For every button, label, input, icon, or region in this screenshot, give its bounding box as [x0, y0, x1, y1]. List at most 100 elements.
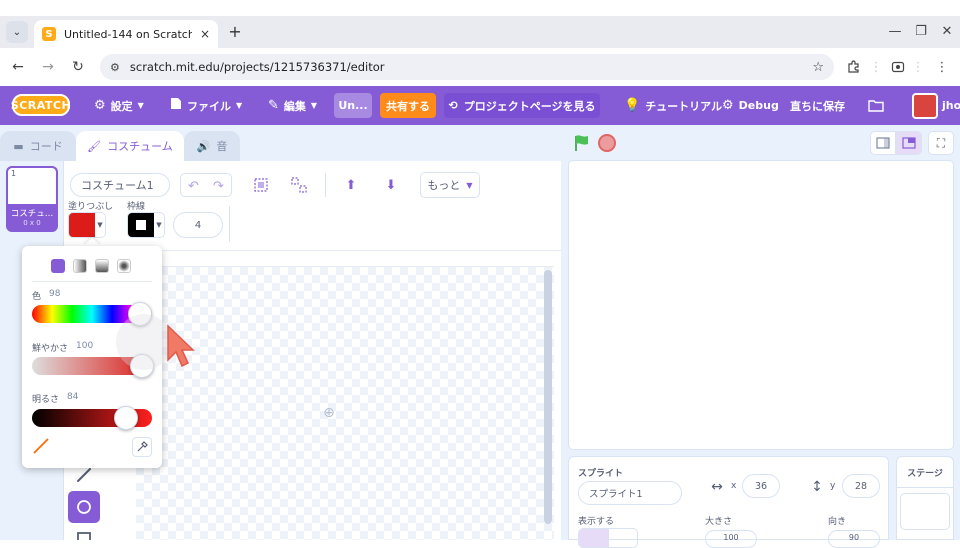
saturation-value: 100	[76, 341, 94, 351]
tab-costumes[interactable]: 🖌 コスチューム	[76, 131, 184, 161]
extensions-puzzle-icon[interactable]	[844, 57, 864, 77]
fullscreen-icon[interactable]: ⛶	[928, 131, 954, 155]
fill-label: 塗りつぶし	[68, 202, 114, 212]
circle-tool[interactable]	[68, 491, 100, 523]
file-menu[interactable]: ファイル ▼	[170, 86, 242, 125]
brightness-slider-label-row: 明るさ 84	[32, 392, 78, 405]
bookmark-star-icon[interactable]: ☆	[812, 60, 824, 75]
screenshot-icon[interactable]	[888, 57, 908, 77]
saturation-label: 鮮やかさ	[32, 344, 69, 354]
horizontal-gradient-icon[interactable]	[73, 259, 87, 273]
rectangle-tool[interactable]	[68, 526, 100, 540]
lightbulb-icon: 💡	[624, 98, 641, 113]
mouse-cursor-icon	[166, 324, 196, 368]
minimize-button[interactable]: —	[886, 22, 904, 40]
speaker-icon: 🔊	[196, 139, 211, 153]
brightness-slider-knob[interactable]	[114, 406, 138, 430]
green-flag-icon[interactable]	[572, 133, 592, 153]
tab-close-icon[interactable]: ×	[200, 27, 210, 41]
small-stage-button[interactable]	[870, 131, 896, 155]
stop-sign-icon[interactable]	[598, 134, 616, 152]
save-now-button[interactable]: 直ちに保存	[790, 86, 845, 125]
no-color-icon[interactable]	[32, 437, 50, 455]
new-tab-button[interactable]: +	[226, 22, 244, 41]
fill-color-swatch	[69, 213, 95, 237]
fill-color-button[interactable]: ▼	[68, 212, 106, 238]
stroke-width-input[interactable]: 4	[173, 212, 223, 238]
solid-fill-icon[interactable]	[51, 259, 65, 273]
sprite-label: スプライト	[578, 469, 624, 479]
settings-menu[interactable]: ⚙ 設定 ▼	[94, 86, 144, 125]
visibility-toggle[interactable]	[578, 528, 638, 548]
restore-button[interactable]: ❐	[912, 22, 930, 40]
costume-thumbnail: 1	[8, 168, 56, 204]
stage-canvas[interactable]	[568, 160, 954, 450]
caret-down-icon: ▼	[137, 101, 144, 110]
close-window-button[interactable]: ✕	[938, 22, 956, 40]
forward-layer-icon[interactable]: ⬆	[340, 173, 362, 197]
settings-label: 設定	[110, 99, 133, 113]
edit-menu[interactable]: ✎ 編集 ▼	[268, 86, 317, 125]
costume-item[interactable]: 1 コスチュ… 0 x 0	[6, 166, 58, 232]
undo-icon[interactable]: ↶	[181, 174, 206, 198]
show-label: 表示する	[578, 517, 615, 527]
tab-code[interactable]: ▬ コード	[0, 131, 76, 161]
forward-arrow-icon[interactable]: →	[38, 57, 58, 77]
hue-label: 色	[32, 292, 42, 302]
costume-size-label: 0 x 0	[23, 219, 41, 227]
tab-costumes-label: コスチューム	[107, 140, 173, 153]
costume-number: 1	[11, 169, 17, 178]
ungroup-icon[interactable]	[288, 173, 310, 197]
browser-tab[interactable]: S Untitled-144 on Scratch ×	[34, 20, 218, 48]
canvas-scrollbar[interactable]	[544, 270, 552, 524]
direction-input[interactable]: 90	[828, 530, 880, 548]
username[interactable]: jhoz	[942, 99, 960, 112]
see-project-page-button[interactable]: ⟲ プロジェクトページを見る	[444, 93, 600, 118]
stage-thumbnail[interactable]	[900, 493, 950, 530]
top-strip	[0, 0, 960, 16]
omnibox[interactable]: ⚙ scratch.mit.edu/projects/1215736371/ed…	[100, 54, 834, 80]
site-info-icon[interactable]: ⚙	[110, 61, 120, 74]
stroke-color-button[interactable]: ▼	[127, 212, 165, 238]
y-input[interactable]: 28	[842, 474, 880, 498]
url-text[interactable]: scratch.mit.edu/projects/1215736371/edit…	[130, 60, 802, 74]
my-stuff-folder-icon[interactable]	[866, 95, 886, 115]
redo-icon[interactable]: ↷	[206, 174, 231, 198]
show-eye-icon[interactable]	[579, 529, 609, 547]
toolbar-divider	[325, 173, 326, 197]
vertical-gradient-icon[interactable]	[95, 259, 109, 273]
share-button[interactable]: 共有する	[380, 93, 436, 118]
user-avatar[interactable]	[912, 93, 938, 119]
costume-name-input[interactable]: コスチューム1	[70, 173, 170, 197]
project-title-input[interactable]: Un...	[334, 93, 372, 118]
picker-divider	[32, 281, 152, 282]
saturation-slider-label-row: 鮮やかさ 100	[32, 341, 93, 354]
eyedropper-icon[interactable]	[132, 437, 152, 457]
browser-menu-icon[interactable]: ⋮	[932, 57, 952, 77]
stroke-color-swatch	[128, 213, 154, 237]
backward-layer-icon[interactable]: ⬇	[380, 173, 402, 197]
direction-label: 向き	[828, 517, 847, 527]
debug-button[interactable]: ⚙ Debug	[722, 86, 779, 125]
back-arrow-icon[interactable]: ←	[8, 57, 28, 77]
size-input[interactable]: 100	[705, 530, 757, 548]
costume-name-label: コスチュ…	[10, 209, 54, 219]
caret-down-icon: ▼	[156, 221, 162, 229]
undo-redo-group: ↶ ↷	[180, 173, 232, 197]
scratch-logo[interactable]: SCRATCH	[11, 94, 71, 116]
x-input[interactable]: 36	[742, 474, 780, 498]
pencil-icon: ✎	[268, 98, 279, 113]
brightness-value: 84	[67, 392, 79, 402]
paint-canvas[interactable]	[136, 266, 554, 540]
more-button[interactable]: もっと ▼	[420, 172, 480, 198]
tutorials-button[interactable]: 💡 チュートリアル	[624, 86, 722, 125]
normal-stage-button[interactable]	[896, 131, 922, 155]
toolbar-separator-2: ⋮	[911, 59, 925, 75]
reload-icon[interactable]: ↻	[68, 57, 88, 77]
sprite-name-input[interactable]: スプライト1	[578, 481, 682, 505]
radial-gradient-icon[interactable]	[117, 259, 131, 273]
scratch-favicon-icon: S	[42, 27, 56, 41]
tab-list-chevron-down-icon[interactable]: ⌄	[6, 21, 28, 43]
group-icon[interactable]	[250, 173, 272, 197]
tab-sounds[interactable]: 🔊 音	[184, 131, 240, 161]
